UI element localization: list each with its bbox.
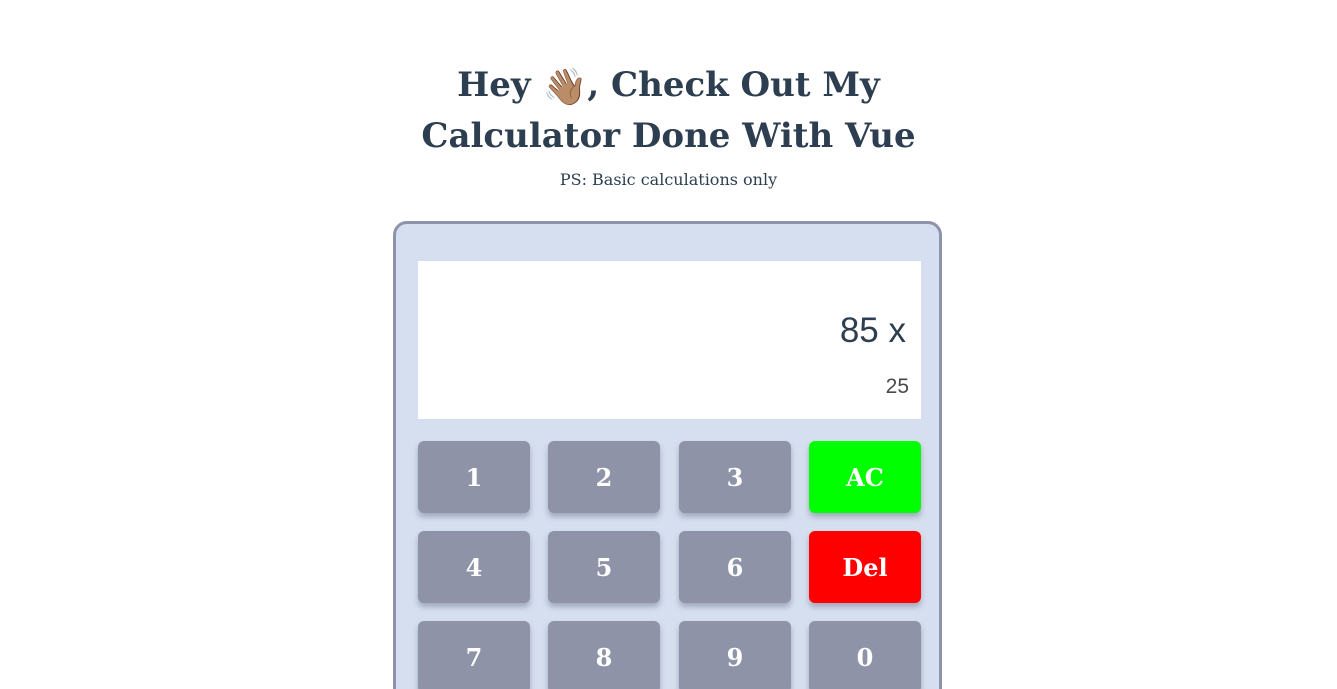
- page-header: Hey 👋🏽, Check Out My Calculator Done Wit…: [0, 60, 1337, 189]
- title-greeting: Hey: [457, 65, 531, 105]
- delete-button[interactable]: Del: [809, 531, 921, 603]
- display-expression: 85 x: [839, 311, 906, 350]
- key-7-button[interactable]: 7: [418, 621, 530, 689]
- key-2-button[interactable]: 2: [548, 441, 660, 513]
- key-5-button[interactable]: 5: [548, 531, 660, 603]
- page-title: Hey 👋🏽, Check Out My Calculator Done Wit…: [409, 60, 929, 162]
- key-9-button[interactable]: 9: [679, 621, 791, 689]
- key-8-button[interactable]: 8: [548, 621, 660, 689]
- key-0-button[interactable]: 0: [809, 621, 921, 689]
- display-operand: 25: [885, 375, 909, 398]
- calculator-display: 85 x 25: [418, 261, 921, 419]
- key-1-button[interactable]: 1: [418, 441, 530, 513]
- page-subtitle: PS: Basic calculations only: [559, 170, 778, 189]
- key-6-button[interactable]: 6: [679, 531, 791, 603]
- calculator: 85 x 25 1 2 3 AC 4 5 6 Del 7 8 9 0: [393, 221, 942, 689]
- key-4-button[interactable]: 4: [418, 531, 530, 603]
- all-clear-button[interactable]: AC: [809, 441, 921, 513]
- key-3-button[interactable]: 3: [679, 441, 791, 513]
- waving-hand-icon: 👋🏽: [542, 66, 588, 108]
